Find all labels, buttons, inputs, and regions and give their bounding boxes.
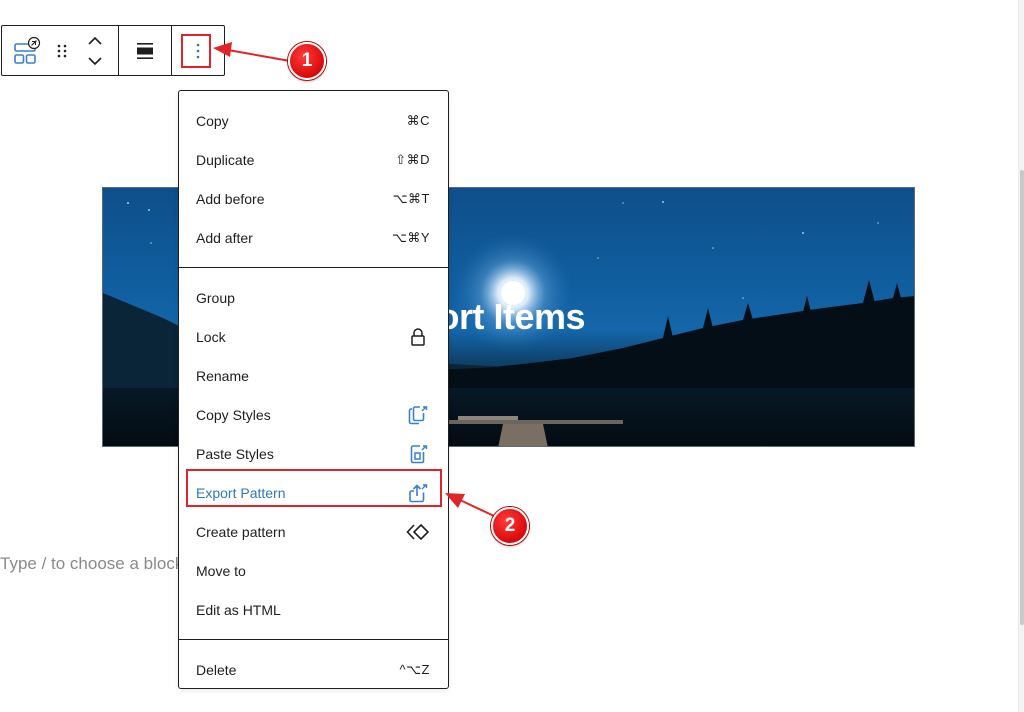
arrow-2 (445, 493, 495, 517)
menu-item-export-pattern[interactable]: Export Pattern (179, 473, 448, 512)
chevron-down-icon (87, 56, 102, 65)
menu-item-edit-as-html[interactable]: Edit as HTML (179, 590, 448, 629)
copy-styles-icon (408, 405, 428, 424)
menu-item-copy[interactable]: Copy ⌘C (179, 101, 448, 140)
menu-item-rename[interactable]: Rename (179, 356, 448, 395)
menu-item-paste-styles[interactable]: Paste Styles (179, 434, 448, 473)
step-badge-1: 1 (288, 42, 326, 80)
align-full-width-icon (137, 42, 153, 59)
align-button[interactable] (119, 26, 171, 75)
toolbar-group-options (172, 26, 224, 75)
more-options-button[interactable] (172, 26, 224, 75)
shortcut: ^⌥Z (399, 661, 430, 677)
scrollbar-thumb[interactable] (1020, 170, 1024, 625)
shortcut: ⌥⌘Y (391, 229, 430, 245)
shortcut: ⌘C (406, 112, 430, 128)
drag-handle[interactable] (52, 26, 72, 75)
menu-section-tools: Group Lock Rename Copy Styles Paste Styl… (179, 268, 448, 640)
lock-icon (411, 327, 425, 346)
menu-item-copy-styles[interactable]: Copy Styles (179, 395, 448, 434)
menu-item-move-to[interactable]: Move to (179, 551, 448, 590)
move-down-button[interactable] (87, 51, 103, 71)
block-options-menu: Copy ⌘C Duplicate ⇧⌘D Add before ⌥⌘T Add… (178, 90, 449, 689)
menu-item-lock[interactable]: Lock (179, 317, 448, 356)
menu-item-create-pattern[interactable]: Create pattern (179, 512, 448, 551)
drag-handle-icon (57, 44, 67, 57)
paste-styles-icon (410, 444, 428, 463)
menu-section-edit: Copy ⌘C Duplicate ⇧⌘D Add before ⌥⌘T Add… (179, 91, 448, 268)
chevron-up-icon (87, 36, 102, 45)
export-pattern-icon (409, 483, 428, 502)
toolbar-group-align (119, 26, 172, 75)
more-vertical-icon (196, 43, 200, 58)
menu-item-duplicate[interactable]: Duplicate ⇧⌘D (179, 140, 448, 179)
toolbar-group-block (2, 26, 119, 75)
menu-item-add-before[interactable]: Add before ⌥⌘T (179, 179, 448, 218)
menu-item-group[interactable]: Group (179, 278, 448, 317)
paragraph-placeholder[interactable]: Type / to choose a block (0, 554, 180, 574)
create-pattern-icon (406, 523, 430, 540)
block-toolbar (1, 25, 225, 76)
move-up-button[interactable] (87, 31, 103, 51)
block-movers (72, 26, 117, 75)
step-badge-2: 2 (491, 507, 529, 545)
menu-item-delete[interactable]: Delete ^⌥Z (179, 650, 448, 689)
block-type-button[interactable] (2, 26, 52, 75)
cover-block-icon (14, 36, 41, 64)
editor-canvas: Export Items Type / to choose a block Co… (0, 0, 1024, 712)
shortcut: ⌥⌘T (392, 190, 430, 206)
menu-item-add-after[interactable]: Add after ⌥⌘Y (179, 218, 448, 257)
shortcut: ⇧⌘D (395, 151, 430, 167)
menu-section-delete: Delete ^⌥Z (179, 640, 448, 699)
